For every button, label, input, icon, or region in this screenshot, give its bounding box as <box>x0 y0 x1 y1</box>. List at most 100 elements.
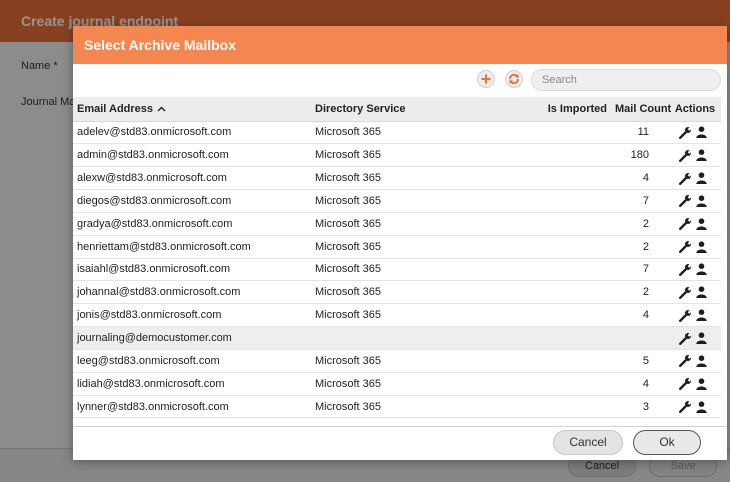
is-imported-cell <box>533 143 611 168</box>
is-imported-cell <box>533 235 611 259</box>
user-icon[interactable] <box>696 149 707 162</box>
search-input[interactable] <box>531 69 721 91</box>
actions-cell <box>669 349 721 373</box>
wrench-icon[interactable] <box>679 263 692 276</box>
refresh-button[interactable] <box>505 70 523 88</box>
directory-service-cell: Microsoft 365 <box>311 258 533 282</box>
actions-cell <box>669 258 721 282</box>
user-icon[interactable] <box>696 241 707 253</box>
is-imported-column-header[interactable]: Is Imported <box>533 97 611 122</box>
table-row[interactable]: lidiah@std83.onmicrosoft.com Microsoft 36… <box>73 372 721 396</box>
wrench-icon[interactable] <box>679 377 692 391</box>
wrench-icon[interactable] <box>679 172 692 185</box>
directory-service-cell: Microsoft 365 <box>311 349 533 373</box>
directory-service-cell <box>311 326 533 350</box>
is-imported-cell <box>533 303 611 328</box>
user-icon[interactable] <box>696 309 707 322</box>
wrench-icon[interactable] <box>679 149 692 162</box>
is-imported-cell <box>533 280 611 305</box>
is-imported-cell <box>533 395 611 419</box>
add-button[interactable] <box>477 70 495 88</box>
actions-cell <box>669 121 721 145</box>
wrench-icon[interactable] <box>679 286 692 299</box>
directory-service-cell: Microsoft 365 <box>311 166 533 191</box>
wrench-icon[interactable] <box>679 332 692 345</box>
is-imported-cell <box>533 349 611 373</box>
wrench-icon[interactable] <box>679 354 692 368</box>
directory-service-cell: Microsoft 365 <box>311 372 533 396</box>
actions-cell <box>669 166 721 191</box>
actions-cell <box>669 143 721 168</box>
mail-count-cell: 11 <box>611 121 669 145</box>
table-row[interactable]: leeg@std83.onmicrosoft.com Microsoft 365 5 <box>73 349 721 373</box>
email-column-header[interactable]: Email Address <box>73 97 311 122</box>
mail-count-cell: 4 <box>611 166 669 191</box>
directory-service-cell: Microsoft 365 <box>311 303 533 328</box>
user-icon[interactable] <box>696 218 707 230</box>
wrench-icon[interactable] <box>679 400 692 414</box>
table-row[interactable]: jonis@std83.onmicrosoft.com Microsoft 365… <box>73 303 721 328</box>
actions-cell <box>669 235 721 259</box>
mail-count-cell: 2 <box>611 280 669 305</box>
user-icon[interactable] <box>696 126 707 139</box>
email-cell: adelev@std83.onmicrosoft.com <box>73 121 311 145</box>
email-cell: jonis@std83.onmicrosoft.com <box>73 303 311 328</box>
table-row[interactable]: diegos@std83.onmicrosoft.com Microsoft 36… <box>73 189 721 213</box>
actions-cell <box>669 395 721 419</box>
directory-service-cell: Microsoft 365 <box>311 235 533 259</box>
mail-count-cell: 7 <box>611 258 669 282</box>
mail-count-cell <box>611 326 669 350</box>
table-row[interactable]: johannal@std83.onmicrosoft.com Microsoft … <box>73 280 721 305</box>
directory-service-column-header[interactable]: Directory Service <box>311 97 533 122</box>
table-row[interactable]: admin@std83.onmicrosoft.com Microsoft 365… <box>73 143 721 168</box>
mail-count-cell: 2 <box>611 235 669 259</box>
plus-icon <box>481 74 491 84</box>
directory-service-cell: Microsoft 365 <box>311 121 533 145</box>
table-row[interactable]: lynner@std83.onmicrosoft.com Microsoft 36… <box>73 395 721 419</box>
table-row[interactable]: journaling@democustomer.com <box>73 326 721 350</box>
table-row[interactable]: gradya@std83.onmicrosoft.com Microsoft 36… <box>73 212 721 236</box>
wrench-icon[interactable] <box>679 240 692 254</box>
email-cell: isaiahl@std83.onmicrosoft.com <box>73 258 311 282</box>
actions-cell <box>669 189 721 213</box>
user-icon[interactable] <box>696 378 707 390</box>
email-cell: admin@std83.onmicrosoft.com <box>73 143 311 168</box>
actions-cell <box>669 303 721 328</box>
user-icon[interactable] <box>696 355 707 367</box>
dialog-title: Select Archive Mailbox <box>73 26 727 64</box>
wrench-icon[interactable] <box>679 217 692 231</box>
actions-cell <box>669 372 721 396</box>
dialog-cancel-button[interactable]: Cancel <box>553 430 623 455</box>
mail-count-column-header[interactable]: Mail Count <box>611 97 671 122</box>
table-row[interactable]: adelev@std83.onmicrosoft.com Microsoft 36… <box>73 121 721 145</box>
user-icon[interactable] <box>696 263 707 276</box>
wrench-icon[interactable] <box>679 126 692 139</box>
mail-count-cell: 5 <box>611 349 669 373</box>
user-icon[interactable] <box>696 172 707 185</box>
directory-service-cell: Microsoft 365 <box>311 189 533 213</box>
email-cell: diegos@std83.onmicrosoft.com <box>73 189 311 213</box>
mail-count-cell: 7 <box>611 189 669 213</box>
actions-column-header: Actions <box>669 97 721 122</box>
email-cell: leeg@std83.onmicrosoft.com <box>73 349 311 373</box>
user-icon[interactable] <box>696 332 707 345</box>
is-imported-cell <box>533 258 611 282</box>
user-icon[interactable] <box>696 195 707 207</box>
user-icon[interactable] <box>696 286 707 299</box>
mail-count-cell: 2 <box>611 212 669 236</box>
mail-count-cell: 180 <box>611 143 669 168</box>
sort-ascending-icon <box>157 106 166 112</box>
wrench-icon[interactable] <box>679 309 692 322</box>
email-cell: lynner@std83.onmicrosoft.com <box>73 395 311 419</box>
table-header-row: Email Address Directory Service Is Impor… <box>73 97 721 122</box>
user-icon[interactable] <box>696 400 707 413</box>
email-cell: johannal@std83.onmicrosoft.com <box>73 280 311 305</box>
table-row[interactable]: henriettam@std83.onmicrosoft.com Microsof… <box>73 235 721 259</box>
is-imported-cell <box>533 166 611 191</box>
table-row[interactable]: isaiahl@std83.onmicrosoft.com Microsoft 3… <box>73 258 721 282</box>
wrench-icon[interactable] <box>679 194 692 208</box>
table-row[interactable]: alexw@std83.onmicrosoft.com Microsoft 365… <box>73 166 721 191</box>
dialog-ok-button[interactable]: Ok <box>633 430 701 455</box>
is-imported-cell <box>533 326 611 350</box>
email-cell: gradya@std83.onmicrosoft.com <box>73 212 311 236</box>
